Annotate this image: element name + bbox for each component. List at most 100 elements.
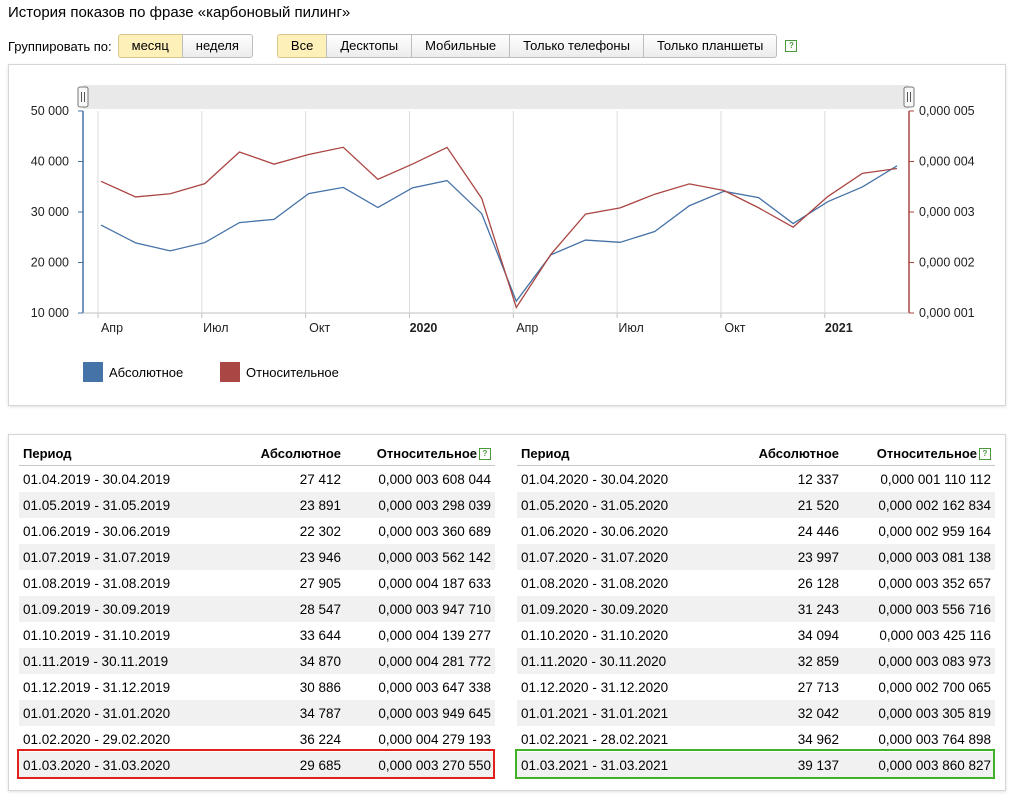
help-icon[interactable]: ? [479, 448, 491, 461]
y-right-tick-label: 0,000 001 [919, 306, 975, 320]
legend-swatch-absolute [83, 362, 103, 382]
period-cell: 01.10.2019 - 31.10.2019 [23, 627, 171, 643]
absolute-cell: 34 787 [227, 700, 345, 726]
absolute-cell: 22 302 [299, 523, 341, 539]
y-left-tick-label: 30 000 [31, 205, 69, 219]
relative-cell: 0,000 002 959 164 [878, 523, 991, 539]
period-cell: 01.05.2020 - 31.05.2020 [517, 492, 725, 518]
y-right-tick-label: 0,000 005 [919, 104, 975, 118]
period-cell: 01.12.2019 - 31.12.2019 [23, 679, 171, 695]
data-table-right: Период Абсолютное Относительное? 01.04.2… [517, 441, 995, 778]
y-left-tick-label: 10 000 [31, 306, 69, 320]
table-row: 01.11.2019 - 30.11.2019 34 870 0,000 004 2… [19, 648, 495, 674]
table-row: 01.04.2019 - 30.04.2019 27 412 0,000 003 6… [19, 466, 495, 493]
x-tick-label: Апр [101, 321, 123, 335]
relative-cell: 0,000 002 700 065 [878, 679, 991, 695]
data-table-left: Период Абсолютное Относительное? 01.04.2… [19, 441, 495, 778]
filter-controls: Группировать по: месяц неделя Все Дескто… [8, 34, 798, 58]
group-by-week-button[interactable]: неделя [181, 34, 253, 58]
col-period: Период [517, 441, 725, 466]
absolute-cell: 32 859 [725, 648, 843, 674]
absolute-cell: 32 042 [725, 700, 843, 726]
group-by-label: Группировать по: [8, 38, 112, 54]
period-cell: 01.05.2019 - 31.05.2019 [19, 492, 227, 518]
relative-cell: 0,000 003 562 142 [345, 544, 495, 570]
relative-cell: 0,000 003 081 138 [843, 544, 995, 570]
col-absolute: Абсолютное [227, 441, 345, 466]
absolute-cell: 26 128 [797, 575, 839, 591]
table-row: 01.01.2021 - 31.01.2021 32 042 0,000 003 3… [517, 700, 995, 726]
col-absolute: Абсолютное [725, 441, 843, 466]
period-cell: 01.01.2021 - 31.01.2021 [517, 700, 725, 726]
absolute-cell: 21 520 [725, 492, 843, 518]
device-tablets-button[interactable]: Только планшеты [642, 34, 778, 58]
relative-cell: 0,000 002 162 834 [843, 492, 995, 518]
absolute-cell: 27 713 [797, 679, 839, 695]
table-row: 01.06.2020 - 30.06.2020 24 446 0,000 002 9… [517, 518, 995, 544]
table-row: 01.04.2020 - 30.04.2020 12 337 0,000 001 1… [517, 466, 995, 493]
range-navigator [83, 85, 909, 109]
x-tick-label: 2021 [825, 321, 853, 335]
relative-cell: 0,000 004 281 772 [345, 648, 495, 674]
table-row: 01.07.2020 - 31.07.2020 23 997 0,000 003 0… [517, 544, 995, 570]
device-phones-button[interactable]: Только телефоны [509, 34, 643, 58]
highlight-box-green [515, 749, 995, 779]
y-right-tick-label: 0,000 002 [919, 256, 975, 270]
relative-cell: 0,000 003 083 973 [843, 648, 995, 674]
absolute-cell: 23 997 [725, 544, 843, 570]
relative-cell: 0,000 003 947 710 [345, 596, 495, 622]
x-tick-label: Апр [516, 321, 538, 335]
device-all-button[interactable]: Все [276, 34, 327, 58]
x-tick-label: Окт [724, 321, 745, 335]
relative-cell: 0,000 003 352 657 [878, 575, 991, 591]
relative-cell: 0,000 003 305 819 [843, 700, 995, 726]
help-icon[interactable]: ? [785, 40, 798, 52]
y-right-tick-label: 0,000 003 [919, 205, 975, 219]
table-row: 01.09.2020 - 30.09.2020 31 243 0,000 003 5… [517, 596, 995, 622]
series-line-absolute [100, 165, 898, 303]
absolute-cell: 27 905 [299, 575, 341, 591]
relative-cell: 0,000 004 139 277 [378, 627, 491, 643]
absolute-cell: 12 337 [797, 471, 839, 487]
y-right-tick-label: 0,000 004 [919, 155, 975, 169]
table-row: 01.12.2019 - 31.12.2019 30 886 0,000 003 6… [19, 674, 495, 700]
period-cell: 01.08.2019 - 31.08.2019 [23, 575, 171, 591]
table-row: 01.09.2019 - 30.09.2019 28 547 0,000 003 9… [19, 596, 495, 622]
period-cell: 01.06.2020 - 30.06.2020 [521, 523, 669, 539]
table-row: 01.11.2020 - 30.11.2020 32 859 0,000 003 0… [517, 648, 995, 674]
legend-item-relative[interactable]: Относительное [220, 362, 339, 382]
table-row: 01.05.2020 - 31.05.2020 21 520 0,000 002 1… [517, 492, 995, 518]
device-desktop-button[interactable]: Десктопы [326, 34, 412, 58]
table-row: 01.08.2020 - 31.08.2020 26 128 0,000 003 3… [517, 570, 995, 596]
relative-cell: 0,000 003 608 044 [378, 471, 491, 487]
relative-cell: 0,000 001 110 112 [880, 471, 991, 487]
period-cell: 01.11.2020 - 30.11.2020 [517, 648, 725, 674]
legend-item-absolute[interactable]: Абсолютное [83, 362, 183, 382]
x-tick-label: Июл [618, 321, 643, 335]
help-icon[interactable]: ? [979, 448, 991, 461]
absolute-cell: 34 094 [797, 627, 839, 643]
navigator-handle-right [903, 86, 915, 108]
x-tick-label: Июл [203, 321, 228, 335]
period-cell: 01.01.2020 - 31.01.2020 [19, 700, 227, 726]
absolute-cell: 28 547 [227, 596, 345, 622]
relative-cell: 0,000 003 425 116 [879, 627, 991, 643]
table-row: 01.06.2019 - 30.06.2019 22 302 0,000 003 3… [19, 518, 495, 544]
legend-label-absolute: Абсолютное [109, 364, 184, 380]
table-row: 01.08.2019 - 31.08.2019 27 905 0,000 004 1… [19, 570, 495, 596]
absolute-cell: 24 446 [797, 523, 839, 539]
legend-label-relative: Относительное [246, 364, 339, 380]
legend-swatch-relative [220, 362, 240, 382]
period-cell: 01.11.2019 - 30.11.2019 [19, 648, 227, 674]
data-table-panel: Период Абсолютное Относительное? 01.04.2… [8, 434, 1006, 791]
table-row: 01.10.2020 - 31.10.2020 34 094 0,000 003 4… [517, 622, 995, 648]
group-by-month-button[interactable]: месяц [117, 34, 182, 58]
y-left-tick-label: 20 000 [31, 256, 69, 270]
col-period: Период [19, 441, 227, 466]
relative-cell: 0,000 003 360 689 [378, 523, 491, 539]
y-left-tick-label: 40 000 [31, 155, 69, 169]
table-row: 01.01.2020 - 31.01.2020 34 787 0,000 003 9… [19, 700, 495, 726]
chart-panel: Апр Июл Окт 2020 Апр Июл Окт 2021 50 000 40 000 30… [8, 64, 1006, 406]
device-mobile-button[interactable]: Мобильные [411, 34, 510, 58]
absolute-cell: 23 946 [227, 544, 345, 570]
